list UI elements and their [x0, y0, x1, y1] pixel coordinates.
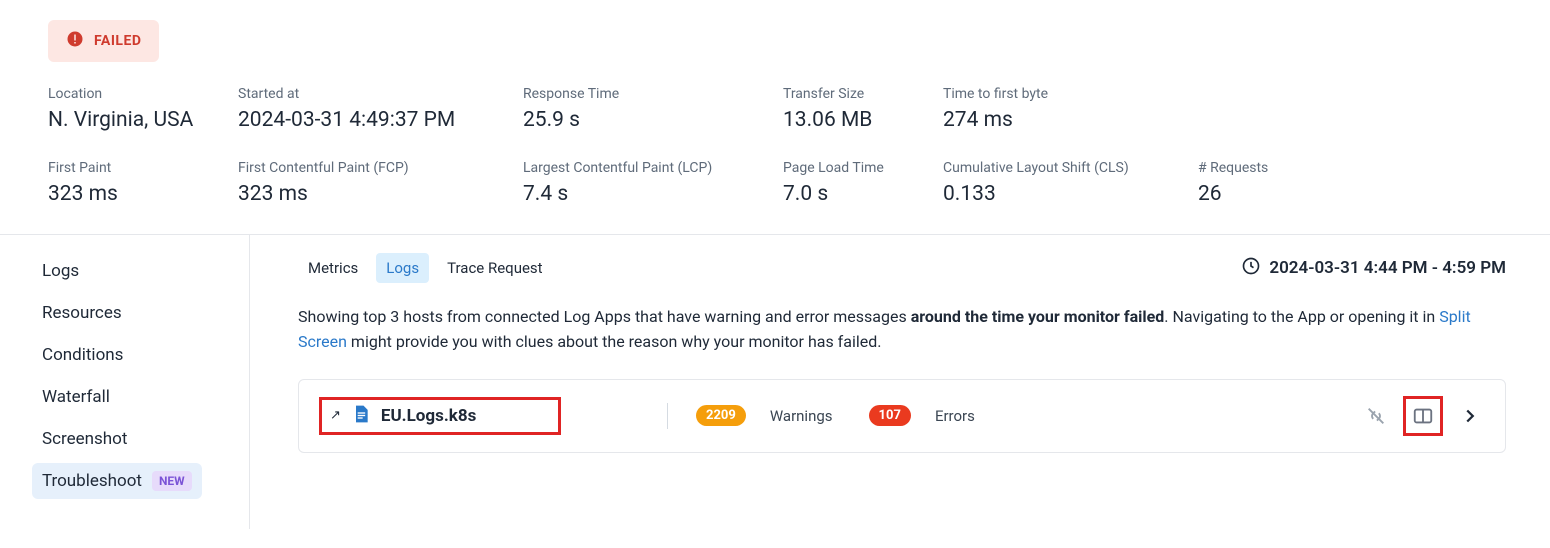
sidebar-item-label: Waterfall: [42, 387, 110, 407]
logs-description: Showing top 3 hosts from connected Log A…: [298, 305, 1506, 355]
sidebar-item-conditions[interactable]: Conditions: [32, 337, 133, 373]
metric-value: 323 ms: [238, 182, 523, 206]
metric-value: 25.9 s: [523, 108, 783, 132]
sidebar-item-resources[interactable]: Resources: [32, 295, 132, 331]
errors-count-pill: 107: [869, 405, 911, 426]
metric-value: 274 ms: [943, 108, 1198, 132]
divider: [667, 403, 668, 429]
tab-logs[interactable]: Logs: [376, 253, 429, 283]
metric-label: First Paint: [48, 160, 238, 176]
metric-label: Page Load Time: [783, 160, 943, 176]
metric-label: Largest Contentful Paint (LCP): [523, 160, 783, 176]
metric-page-load-time: Page Load Time 7.0 s: [783, 160, 943, 206]
sidebar-item-troubleshoot[interactable]: Troubleshoot NEW: [32, 463, 202, 499]
sidebar-item-waterfall[interactable]: Waterfall: [32, 379, 120, 415]
new-badge: NEW: [152, 471, 192, 491]
metric-value: N. Virginia, USA: [48, 108, 238, 132]
sidebar-item-screenshot[interactable]: Screenshot: [32, 421, 137, 457]
unlink-icon[interactable]: [1361, 401, 1391, 431]
sidebar-item-label: Screenshot: [42, 429, 127, 449]
split-screen-icon[interactable]: [1408, 401, 1438, 431]
metric-ttfb: Time to first byte 274 ms: [943, 86, 1198, 132]
sidebar-item-logs[interactable]: Logs: [32, 253, 89, 289]
sidebar-item-label: Troubleshoot: [42, 471, 142, 491]
metric-label: Transfer Size: [783, 86, 943, 102]
sidebar: Logs Resources Conditions Waterfall Scre…: [0, 235, 250, 529]
metric-label: Response Time: [523, 86, 783, 102]
metric-fcp: First Contentful Paint (FCP) 323 ms: [238, 160, 523, 206]
tabs: Metrics Logs Trace Request: [298, 253, 553, 283]
main-panel: Metrics Logs Trace Request 2024-03-31 4:…: [250, 235, 1550, 529]
errors-label: Errors: [935, 407, 975, 425]
status-text: FAILED: [94, 33, 141, 49]
tab-metrics[interactable]: Metrics: [298, 253, 368, 283]
metric-lcp: Largest Contentful Paint (LCP) 7.4 s: [523, 160, 783, 206]
warnings-count-pill: 2209: [696, 405, 746, 426]
metric-value: 13.06 MB: [783, 108, 943, 132]
tab-label: Metrics: [308, 259, 358, 277]
metric-started-at: Started at 2024-03-31 4:49:37 PM: [238, 86, 523, 132]
metric-label: Time to first byte: [943, 86, 1198, 102]
log-card: ↗ EU.Logs.k8s 2209 Warnings 107 Errors: [298, 379, 1506, 453]
tab-label: Logs: [386, 259, 419, 277]
metric-location: Location N. Virginia, USA: [48, 86, 238, 132]
log-source-name: EU.Logs.k8s: [381, 406, 476, 426]
metric-value: 7.0 s: [783, 182, 943, 206]
external-link-icon: ↗: [330, 408, 341, 423]
metric-transfer-size: Transfer Size 13.06 MB: [783, 86, 943, 132]
metric-value: 26: [1198, 182, 1348, 206]
metric-requests: # Requests 26: [1198, 160, 1348, 206]
document-icon: [351, 404, 371, 428]
metric-label: Started at: [238, 86, 523, 102]
metric-first-paint: First Paint 323 ms: [48, 160, 238, 206]
sidebar-item-label: Conditions: [42, 345, 123, 365]
clock-icon: [1241, 256, 1261, 281]
status-badge: FAILED: [48, 20, 159, 62]
metric-label: # Requests: [1198, 160, 1348, 176]
sidebar-item-label: Resources: [42, 303, 122, 323]
metric-value: 2024-03-31 4:49:37 PM: [238, 108, 523, 132]
metric-value: 7.4 s: [523, 182, 783, 206]
tab-trace-request[interactable]: Trace Request: [437, 253, 552, 283]
metric-value: 0.133: [943, 182, 1198, 206]
metrics-grid: Location N. Virginia, USA Started at 202…: [48, 86, 1502, 206]
warnings-label: Warnings: [770, 407, 833, 425]
metric-label: First Contentful Paint (FCP): [238, 160, 523, 176]
time-range-text: 2024-03-31 4:44 PM - 4:59 PM: [1269, 258, 1506, 278]
metric-cls: Cumulative Layout Shift (CLS) 0.133: [943, 160, 1198, 206]
metric-response-time: Response Time 25.9 s: [523, 86, 783, 132]
metric-value: 323 ms: [48, 182, 238, 206]
chevron-right-icon[interactable]: [1455, 401, 1485, 431]
tab-label: Trace Request: [447, 259, 542, 277]
time-range: 2024-03-31 4:44 PM - 4:59 PM: [1241, 256, 1506, 281]
log-source-link[interactable]: ↗ EU.Logs.k8s: [319, 397, 561, 435]
metric-label: Location: [48, 86, 238, 102]
sidebar-item-label: Logs: [42, 261, 79, 281]
metric-label: Cumulative Layout Shift (CLS): [943, 160, 1198, 176]
error-icon: [66, 30, 84, 52]
